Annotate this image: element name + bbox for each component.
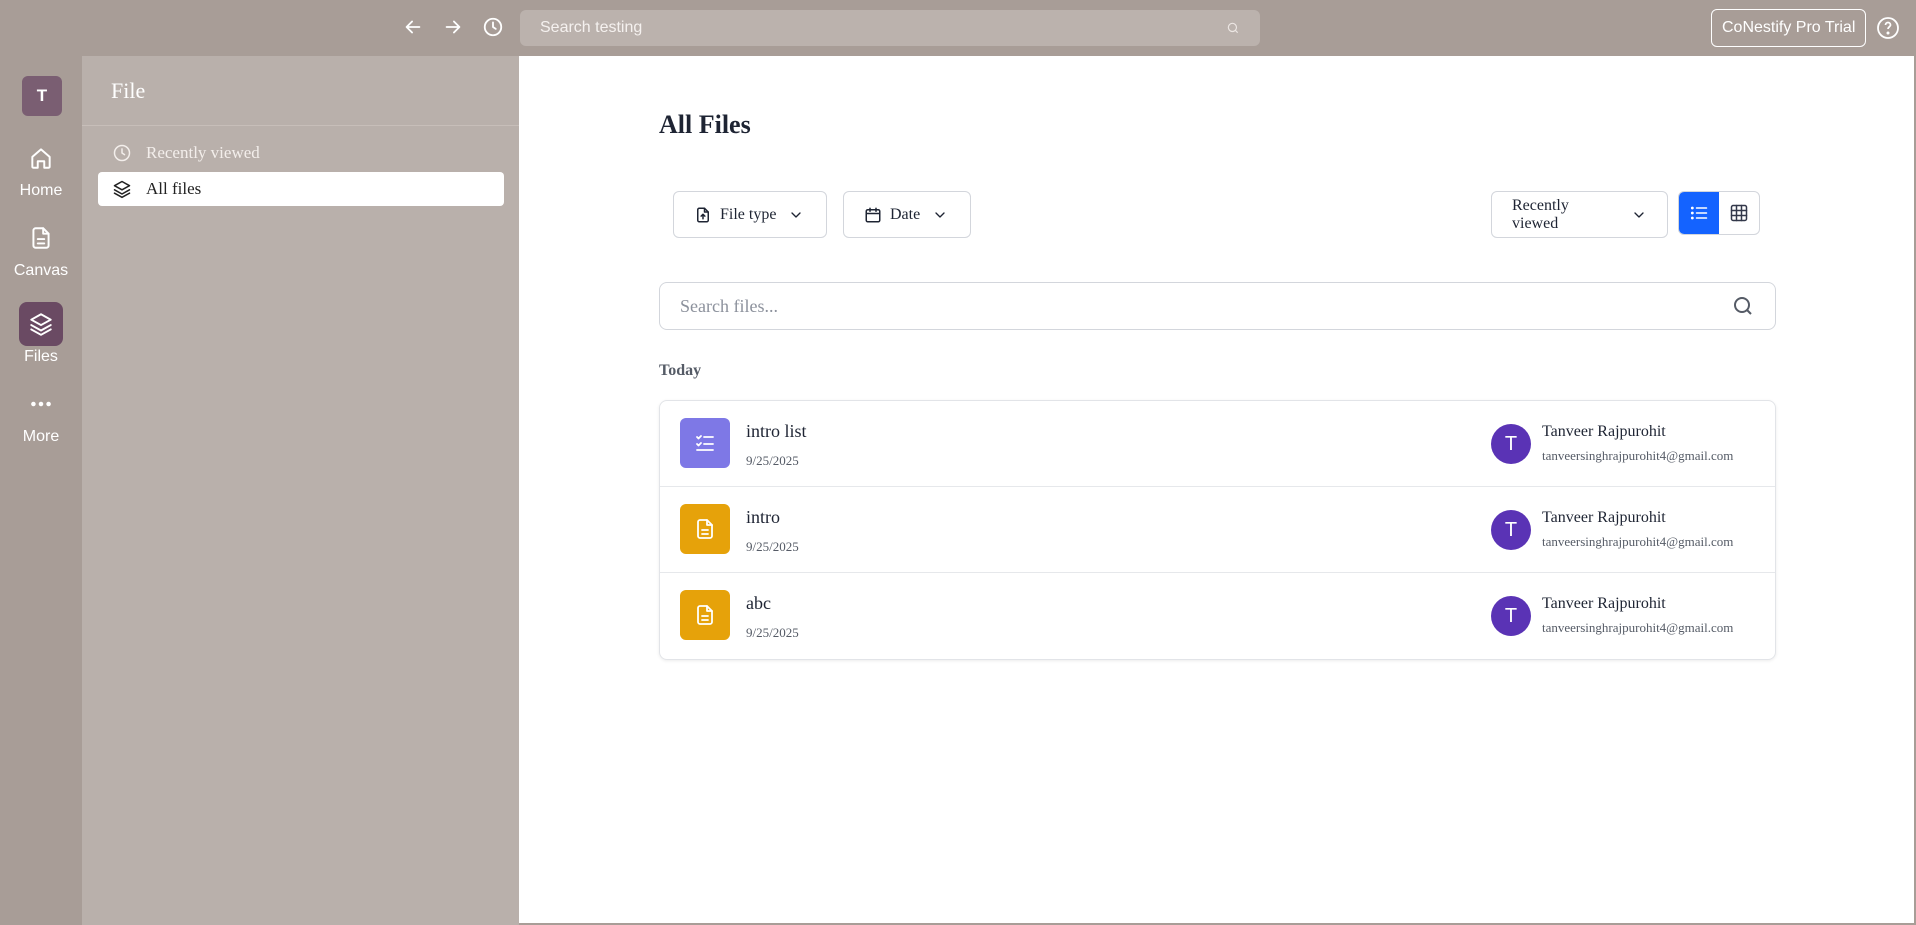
group-label-today: Today bbox=[659, 362, 702, 379]
history-icon[interactable] bbox=[480, 14, 506, 40]
chevron-down-icon bbox=[935, 211, 945, 218]
sidebar-item-all-files[interactable]: All files bbox=[98, 172, 504, 206]
file-date: 9/25/2025 bbox=[746, 625, 799, 640]
date-filter[interactable]: Date bbox=[843, 191, 971, 238]
forward-icon[interactable] bbox=[440, 14, 466, 40]
rail-item-more[interactable]: More bbox=[0, 382, 82, 446]
sidebar-item-recently-viewed[interactable]: Recently viewed bbox=[98, 136, 504, 170]
owner-name: Tanveer Rajpurohit bbox=[1542, 509, 1666, 526]
avatar: T bbox=[1491, 424, 1531, 464]
main-content: All Files File type Date Recently viewed… bbox=[519, 56, 1916, 925]
list-view-button[interactable] bbox=[1679, 192, 1719, 234]
rail-item-label: More bbox=[22, 428, 60, 445]
file-date: 9/25/2025 bbox=[746, 453, 799, 468]
rail-item-files[interactable]: Files bbox=[0, 302, 82, 366]
sidebar-title: File bbox=[82, 56, 519, 126]
checklist-icon bbox=[680, 418, 730, 468]
grid-icon bbox=[1730, 204, 1748, 222]
layers-icon bbox=[19, 302, 63, 346]
file-name: intro bbox=[746, 507, 780, 527]
help-icon[interactable] bbox=[1875, 15, 1901, 41]
rail-item-label: Canvas bbox=[13, 262, 69, 279]
owner-email: tanveersinghrajpurohit4@gmail.com bbox=[1542, 534, 1734, 549]
document-icon bbox=[680, 504, 730, 554]
chevron-down-icon bbox=[1634, 211, 1644, 218]
calendar-icon bbox=[865, 207, 881, 222]
search-icon bbox=[1227, 22, 1239, 34]
rail-item-label: Home bbox=[19, 182, 63, 199]
date-label: Date bbox=[890, 205, 921, 223]
rail-item-label: Files bbox=[24, 348, 58, 365]
global-search-input[interactable] bbox=[540, 19, 1226, 37]
document-icon bbox=[680, 590, 730, 640]
page-title: All Files bbox=[659, 110, 751, 139]
file-search[interactable] bbox=[659, 282, 1776, 330]
file-row[interactable]: intro list 9/25/2025 T Tanveer Rajpurohi… bbox=[660, 401, 1775, 487]
pro-trial-button[interactable]: CoNestify Pro Trial bbox=[1711, 9, 1867, 47]
avatar: T bbox=[1491, 510, 1531, 550]
workspace-avatar[interactable]: T bbox=[22, 76, 62, 116]
clock-icon bbox=[113, 144, 131, 162]
owner-name: Tanveer Rajpurohit bbox=[1542, 423, 1666, 440]
search-icon[interactable] bbox=[1731, 294, 1755, 318]
rail-item-canvas[interactable]: Canvas bbox=[0, 216, 82, 280]
more-icon bbox=[19, 382, 63, 426]
chevron-down-icon bbox=[791, 211, 802, 218]
layers-icon bbox=[113, 180, 131, 199]
file-type-label: File type bbox=[720, 205, 777, 223]
file-list: intro list 9/25/2025 T Tanveer Rajpurohi… bbox=[659, 400, 1776, 660]
file-date: 9/25/2025 bbox=[746, 539, 799, 554]
file-search-input[interactable] bbox=[680, 295, 1731, 317]
owner-name: Tanveer Rajpurohit bbox=[1542, 595, 1666, 612]
file-name: abc bbox=[746, 593, 771, 613]
rail-item-home[interactable]: Home bbox=[0, 136, 82, 200]
file-name: intro list bbox=[746, 421, 807, 441]
sort-dropdown[interactable]: Recently viewed bbox=[1491, 191, 1668, 238]
app-rail: T Home Canvas Files More bbox=[0, 56, 82, 925]
file-type-filter[interactable]: File type bbox=[673, 191, 827, 238]
file-upload-icon bbox=[697, 207, 709, 222]
document-icon bbox=[19, 216, 63, 260]
file-sidebar: File Recently viewed All files bbox=[82, 56, 519, 925]
home-icon bbox=[19, 136, 63, 180]
list-icon bbox=[1690, 206, 1708, 220]
sidebar-item-label: Recently viewed bbox=[146, 143, 260, 162]
top-bar: CoNestify Pro Trial bbox=[0, 0, 1916, 56]
grid-view-button[interactable] bbox=[1719, 192, 1759, 234]
global-search[interactable] bbox=[520, 10, 1260, 46]
file-row[interactable]: abc 9/25/2025 T Tanveer Rajpurohit tanve… bbox=[660, 573, 1775, 659]
sidebar-item-label: All files bbox=[146, 179, 202, 198]
avatar: T bbox=[1491, 596, 1531, 636]
back-icon[interactable] bbox=[400, 14, 426, 40]
owner-email: tanveersinghrajpurohit4@gmail.com bbox=[1542, 620, 1734, 635]
file-row[interactable]: intro 9/25/2025 T Tanveer Rajpurohit tan… bbox=[660, 487, 1775, 573]
owner-email: tanveersinghrajpurohit4@gmail.com bbox=[1542, 448, 1734, 463]
view-toggle bbox=[1678, 191, 1760, 235]
sort-label: Recently viewed bbox=[1512, 196, 1569, 232]
